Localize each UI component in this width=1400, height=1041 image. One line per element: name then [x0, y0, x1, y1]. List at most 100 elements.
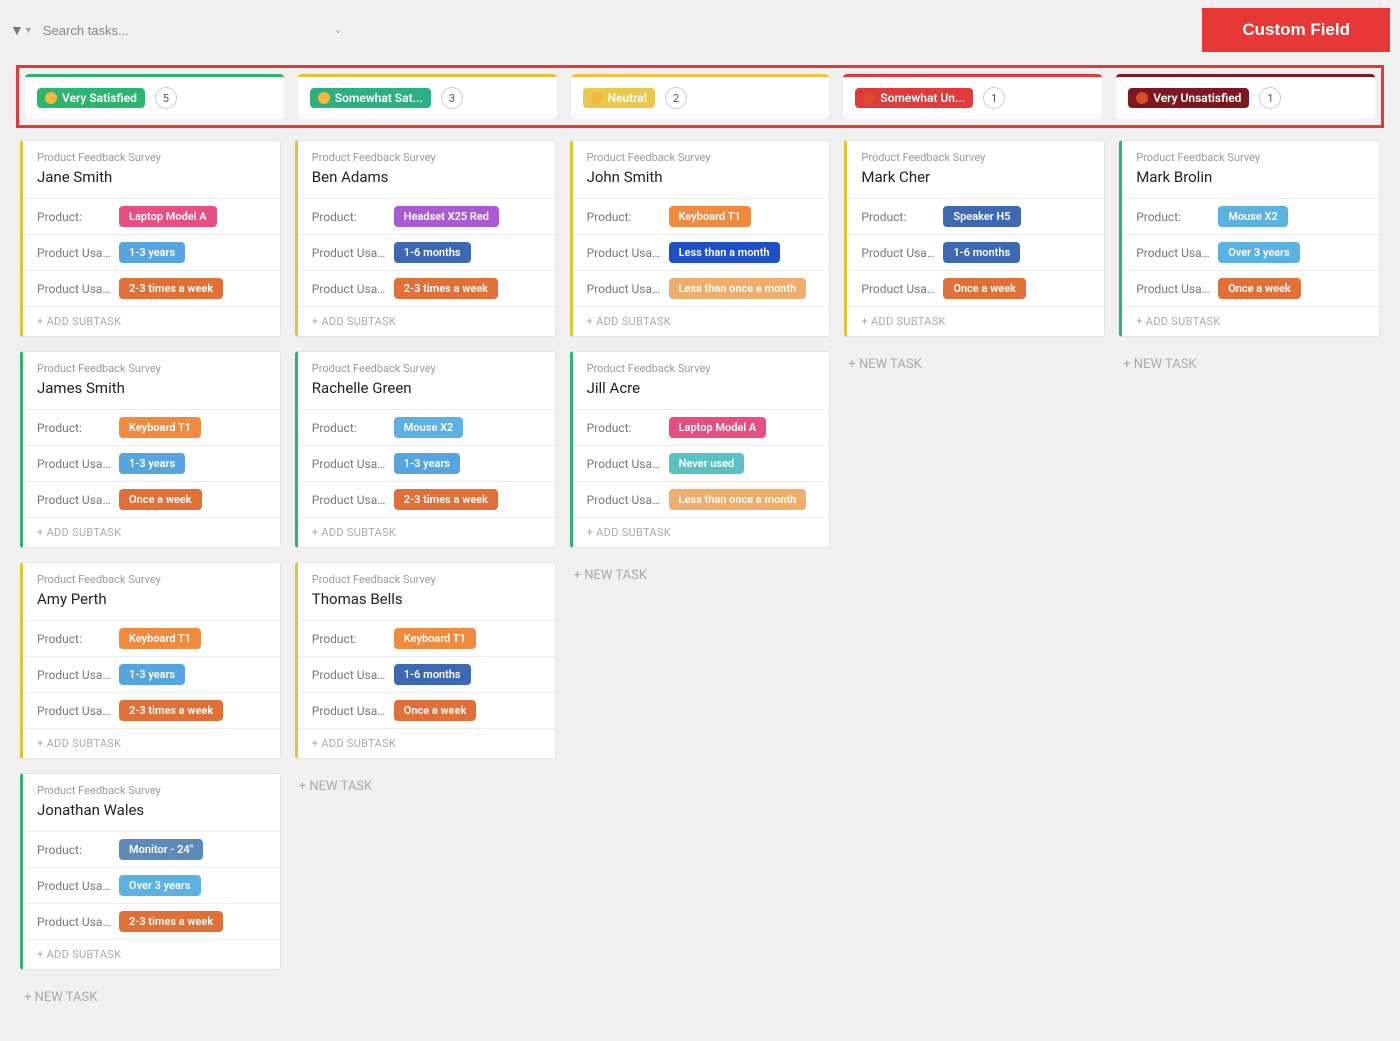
- search-input[interactable]: [41, 22, 334, 39]
- product-tag[interactable]: Laptop Model A: [119, 206, 217, 227]
- frequency-tag[interactable]: 2-3 times a week: [394, 278, 498, 299]
- add-subtask-button[interactable]: + ADD SUBTASK: [23, 306, 280, 336]
- column-header-very_unsat[interactable]: Very Unsatisfied1: [1116, 74, 1375, 119]
- product-tag[interactable]: Mouse X2: [394, 417, 464, 438]
- field-usage-frequency: Product Usa...Once a week: [1122, 270, 1379, 306]
- product-tag[interactable]: Mouse X2: [1218, 206, 1288, 227]
- frequency-tag[interactable]: Once a week: [1218, 278, 1301, 299]
- card-title: James Smith: [37, 379, 266, 397]
- field-label: Product:: [587, 421, 661, 435]
- field-usage-duration: Product Usa...Over 3 years: [1122, 234, 1379, 270]
- field-label: Product Usa...: [312, 668, 386, 682]
- field-label: Product Usa...: [37, 246, 111, 260]
- duration-tag[interactable]: 1-6 months: [943, 242, 1020, 263]
- column-somewhat_satisfied: Product Feedback SurveyBen Adams Product:…: [295, 140, 556, 1011]
- field-label: Product Usa...: [587, 282, 661, 296]
- add-subtask-button[interactable]: + ADD SUBTASK: [298, 517, 555, 547]
- duration-tag[interactable]: Less than a month: [669, 242, 780, 263]
- frequency-tag[interactable]: 2-3 times a week: [119, 278, 223, 299]
- duration-tag[interactable]: 1-6 months: [394, 664, 471, 685]
- task-card[interactable]: Product Feedback SurveyJill AcreProduct:…: [570, 351, 831, 548]
- frequency-tag[interactable]: Once a week: [119, 489, 202, 510]
- field-usage-frequency: Product Usa...Once a week: [23, 481, 280, 517]
- task-card[interactable]: Product Feedback SurveyJohn SmithProduct…: [570, 140, 831, 337]
- search-chevron-icon[interactable]: ⌄: [334, 25, 342, 36]
- field-label: Product:: [312, 632, 386, 646]
- field-label: Product Usa...: [312, 457, 386, 471]
- filter-icon[interactable]: ▼: [10, 22, 24, 39]
- task-card[interactable]: Product Feedback SurveyJane SmithProduct…: [20, 140, 281, 337]
- task-card[interactable]: Product Feedback SurveyJames SmithProduc…: [20, 351, 281, 548]
- count-badge: 3: [441, 87, 463, 109]
- add-subtask-button[interactable]: + ADD SUBTASK: [23, 728, 280, 758]
- field-product: Product: Keyboard T1: [298, 620, 555, 656]
- new-task-button[interactable]: + NEW TASK: [20, 984, 281, 1011]
- column-headers-frame: Very Satisfied5 Somewhat Sat...3 Neutral2 S…: [16, 65, 1384, 128]
- card-top: Product Feedback SurveyThomas Bells: [298, 563, 555, 620]
- filter-dropdown-caret[interactable]: ▾: [26, 25, 31, 36]
- task-card[interactable]: Product Feedback SurveyBen AdamsProduct:…: [295, 140, 556, 337]
- product-tag[interactable]: Keyboard T1: [119, 628, 201, 649]
- add-subtask-button[interactable]: + ADD SUBTASK: [573, 306, 830, 336]
- field-label: Product Usa...: [37, 668, 111, 682]
- add-subtask-button[interactable]: + ADD SUBTASK: [847, 306, 1104, 336]
- duration-tag[interactable]: 1-6 months: [394, 242, 471, 263]
- duration-tag[interactable]: 1-3 years: [119, 453, 185, 474]
- frequency-tag[interactable]: 2-3 times a week: [119, 911, 223, 932]
- task-card[interactable]: Product Feedback SurveyMark BrolinProduc…: [1119, 140, 1380, 337]
- add-subtask-button[interactable]: + ADD SUBTASK: [573, 517, 830, 547]
- task-card[interactable]: Product Feedback SurveyMark CherProduct:…: [844, 140, 1105, 337]
- field-usage-frequency: Product Usa...Once a week: [847, 270, 1104, 306]
- card-list-name: Product Feedback Survey: [312, 362, 541, 375]
- card-list-name: Product Feedback Survey: [861, 151, 1090, 164]
- card-list-name: Product Feedback Survey: [37, 573, 266, 586]
- product-tag[interactable]: Keyboard T1: [394, 628, 476, 649]
- new-task-button[interactable]: + NEW TASK: [1119, 351, 1380, 378]
- status-label: Neutral: [608, 91, 647, 105]
- product-tag[interactable]: Monitor - 24": [119, 839, 203, 860]
- add-subtask-button[interactable]: + ADD SUBTASK: [23, 939, 280, 969]
- duration-tag[interactable]: 1-3 years: [119, 664, 185, 685]
- column-header-somewhat_satisfied[interactable]: Somewhat Sat...3: [298, 74, 557, 119]
- task-card[interactable]: Product Feedback SurveyAmy PerthProduct:…: [20, 562, 281, 759]
- duration-tag[interactable]: 1-3 years: [394, 453, 460, 474]
- frequency-tag[interactable]: Once a week: [394, 700, 477, 721]
- new-task-button[interactable]: + NEW TASK: [844, 351, 1105, 378]
- new-task-button[interactable]: + NEW TASK: [570, 562, 831, 589]
- field-label: Product:: [37, 632, 111, 646]
- duration-tag[interactable]: 1-3 years: [119, 242, 185, 263]
- product-tag[interactable]: Keyboard T1: [669, 206, 751, 227]
- column-header-neutral[interactable]: Neutral2: [571, 74, 830, 119]
- new-task-button[interactable]: + NEW TASK: [295, 773, 556, 800]
- column-header-somewhat_unsat[interactable]: Somewhat Un...1: [843, 74, 1102, 119]
- task-card[interactable]: Product Feedback SurveyThomas BellsProdu…: [295, 562, 556, 759]
- field-label: Product Usa...: [587, 246, 661, 260]
- column-header-very_satisfied[interactable]: Very Satisfied5: [25, 74, 284, 119]
- duration-tag[interactable]: Over 3 years: [119, 875, 201, 896]
- duration-tag[interactable]: Over 3 years: [1218, 242, 1300, 263]
- add-subtask-button[interactable]: + ADD SUBTASK: [23, 517, 280, 547]
- emoji-icon: [1136, 92, 1148, 104]
- frequency-tag[interactable]: Once a week: [943, 278, 1026, 299]
- card-top: Product Feedback SurveyJonathan Wales: [23, 774, 280, 831]
- product-tag[interactable]: Speaker H5: [943, 206, 1020, 227]
- frequency-tag[interactable]: Less than once a month: [669, 278, 807, 299]
- field-label: Product:: [861, 210, 935, 224]
- duration-tag[interactable]: Never used: [669, 453, 745, 474]
- field-label: Product Usa...: [37, 704, 111, 718]
- field-usage-duration: Product Usa...1-6 months: [298, 234, 555, 270]
- frequency-tag[interactable]: Less than once a month: [669, 489, 807, 510]
- product-tag[interactable]: Laptop Model A: [669, 417, 767, 438]
- field-product: Product:Mouse X2: [298, 409, 555, 445]
- add-subtask-button[interactable]: + ADD SUBTASK: [1122, 306, 1379, 336]
- custom-field-button[interactable]: Custom Field: [1202, 8, 1390, 52]
- task-card[interactable]: Product Feedback SurveyJonathan WalesPro…: [20, 773, 281, 970]
- product-tag[interactable]: Headset X25 Red: [394, 206, 499, 227]
- product-tag[interactable]: Keyboard T1: [119, 417, 201, 438]
- card-top: Product Feedback SurveyBen Adams: [298, 141, 555, 198]
- add-subtask-button[interactable]: + ADD SUBTASK: [298, 728, 555, 758]
- frequency-tag[interactable]: 2-3 times a week: [394, 489, 498, 510]
- add-subtask-button[interactable]: + ADD SUBTASK: [298, 306, 555, 336]
- frequency-tag[interactable]: 2-3 times a week: [119, 700, 223, 721]
- task-card[interactable]: Product Feedback SurveyRachelle GreenPro…: [295, 351, 556, 548]
